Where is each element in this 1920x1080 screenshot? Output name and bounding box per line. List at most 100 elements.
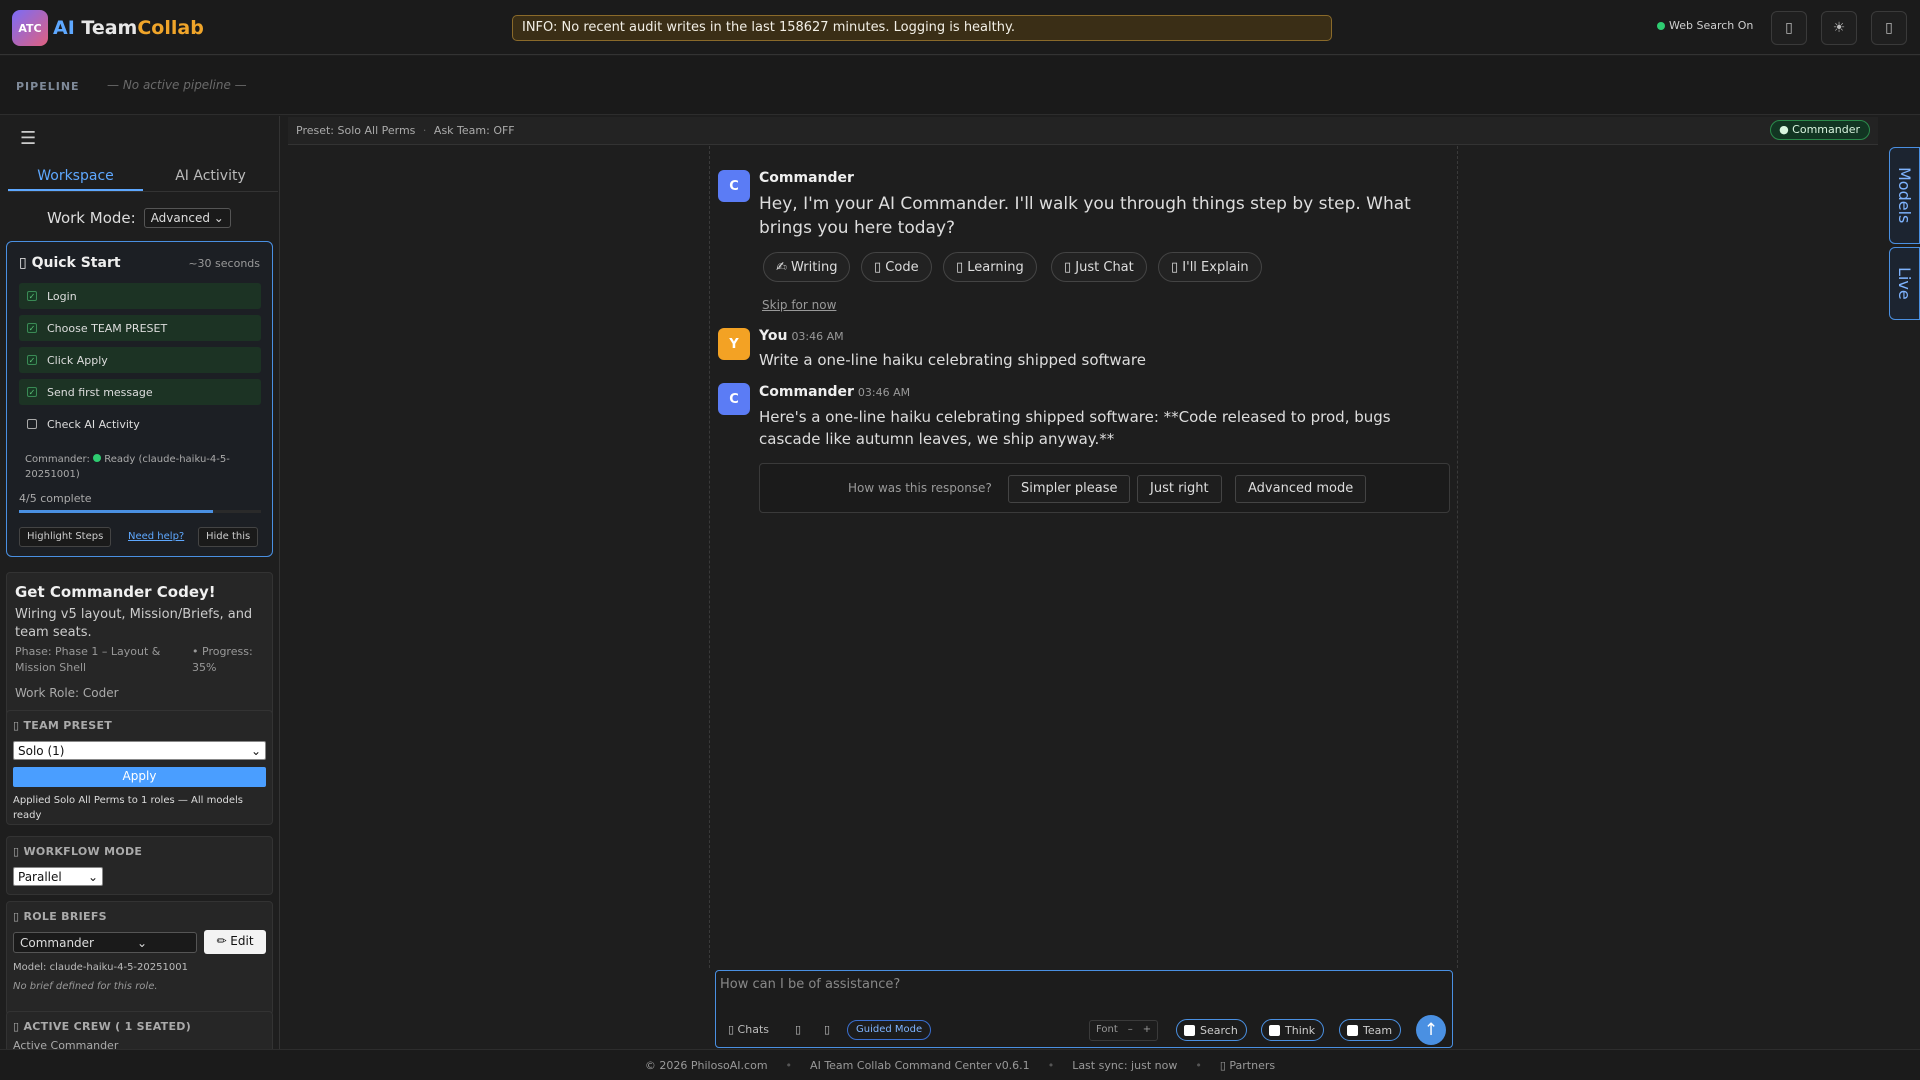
font-decrease-button[interactable]: – bbox=[1128, 1024, 1133, 1037]
quick-start-step-label: Click Apply bbox=[47, 353, 108, 367]
footer-partners-link[interactable]: ▯ Partners bbox=[1220, 1059, 1275, 1072]
mic-icon[interactable]: ▯ bbox=[824, 1023, 830, 1036]
quick-start-title: ▯ Quick Start bbox=[19, 255, 121, 271]
hamburger-menu-icon[interactable]: ☰ bbox=[20, 128, 36, 149]
message-composer[interactable]: How can I be of assistance? ▯ Chats ▯ ▯ … bbox=[715, 970, 1453, 1048]
send-button[interactable]: ↑ bbox=[1416, 1015, 1446, 1045]
quick-start-time: ~30 seconds bbox=[188, 257, 260, 270]
intent-chip-code[interactable]: ▯ Code bbox=[861, 252, 932, 282]
just-right-button[interactable]: Just right bbox=[1137, 475, 1222, 503]
commander-status-label: Commander: bbox=[25, 454, 90, 465]
avatar: C bbox=[718, 383, 750, 415]
work-mode-label: Work Mode: bbox=[47, 209, 136, 227]
skip-for-now-link[interactable]: Skip for now bbox=[762, 298, 836, 312]
live-side-tab[interactable]: Live bbox=[1889, 247, 1920, 320]
team-preset-select[interactable]: Solo (1) ⌄ bbox=[13, 741, 266, 760]
footer-sync: Last sync: just now bbox=[1072, 1058, 1178, 1072]
role-brief-note: No brief defined for this role. bbox=[13, 981, 158, 992]
message-sender: Commander bbox=[759, 170, 854, 186]
chats-button[interactable]: ▯ Chats bbox=[728, 1023, 769, 1036]
font-size-control: Font – + bbox=[1089, 1020, 1159, 1041]
monitor-button[interactable]: ▯ bbox=[1771, 11, 1807, 45]
footer-separator: • bbox=[1047, 1058, 1055, 1072]
panel-button[interactable]: ▯ bbox=[1871, 11, 1907, 45]
preset-status: Preset: Solo All Perms · Ask Team: OFF bbox=[296, 124, 515, 137]
codey-role: Work Role: Coder bbox=[15, 686, 119, 700]
hide-quick-start-button[interactable]: Hide this bbox=[198, 527, 259, 547]
apply-preset-button[interactable]: Apply bbox=[13, 767, 266, 787]
work-mode-value: Advanced bbox=[150, 211, 210, 225]
team-preset-value: Solo (1) bbox=[18, 743, 65, 758]
footer-separator: • bbox=[1195, 1058, 1202, 1072]
preset-status-bar: Preset: Solo All Perms · Ask Team: OFF ●… bbox=[288, 117, 1878, 145]
role-briefs-card: ▯ ROLE BRIEFS Commander ⌄ ✏ Edit Model: c… bbox=[6, 901, 273, 1015]
attach-icon[interactable]: ▯ bbox=[795, 1023, 801, 1036]
edit-brief-button[interactable]: ✏ Edit bbox=[204, 930, 266, 954]
tab-ai-activity[interactable]: AI Activity bbox=[143, 162, 278, 191]
message-sender: You bbox=[759, 328, 788, 344]
quick-start-step-label: Login bbox=[47, 289, 77, 303]
monitor-icon: ▯ bbox=[1785, 20, 1793, 36]
quick-start-progress-label: 4/5 complete bbox=[19, 492, 92, 505]
highlight-steps-button[interactable]: Highlight Steps bbox=[19, 527, 112, 547]
feedback-question: How was this response? bbox=[848, 481, 992, 495]
quick-start-step[interactable]: ✓ Click Apply bbox=[19, 347, 261, 373]
chevron-down-icon: ⌄ bbox=[136, 935, 148, 950]
quick-start-step[interactable]: ✓ Send first message bbox=[19, 379, 261, 405]
panel-icon: ▯ bbox=[1885, 20, 1893, 36]
work-mode-row: Work Mode: Advanced ⌄ bbox=[47, 208, 231, 228]
advanced-mode-button[interactable]: Advanced mode bbox=[1235, 475, 1367, 503]
search-toggle[interactable]: Search bbox=[1176, 1019, 1247, 1041]
role-briefs-select[interactable]: Commander ⌄ bbox=[13, 932, 197, 953]
workflow-mode-value: Parallel bbox=[18, 869, 62, 884]
message-text: Here's a one-line haiku celebrating ship… bbox=[759, 408, 1391, 448]
intent-chip-writing[interactable]: ✍ Writing bbox=[763, 252, 851, 282]
message-sender: Commander bbox=[759, 384, 854, 400]
intent-chip-ill-explain[interactable]: ▯ I'll Explain bbox=[1158, 252, 1262, 282]
intent-chip-learning[interactable]: ▯ Learning bbox=[943, 252, 1037, 282]
message-text: Write a one-line haiku celebrating shipp… bbox=[759, 351, 1146, 369]
message-text: Hey, I'm your AI Commander. I'll walk yo… bbox=[759, 194, 1411, 238]
commander-status: Commander: Ready (claude-haiku-4-5-20251… bbox=[25, 452, 255, 482]
think-toggle[interactable]: Think bbox=[1261, 1019, 1325, 1041]
progress-fill bbox=[19, 510, 213, 513]
theme-toggle-button[interactable]: ☀ bbox=[1821, 11, 1857, 45]
app-title-collab: Collab bbox=[137, 17, 204, 39]
arrow-up-icon: ↑ bbox=[1423, 1020, 1439, 1040]
tab-workspace[interactable]: Workspace bbox=[8, 162, 143, 191]
font-increase-button[interactable]: + bbox=[1143, 1024, 1151, 1037]
checkbox-checked-icon: ✓ bbox=[27, 323, 37, 333]
quick-start-step[interactable]: ✓ Choose TEAM PRESET bbox=[19, 315, 261, 341]
role-briefs-value: Commander bbox=[20, 935, 94, 950]
preset-label: Preset: Solo All Perms bbox=[296, 124, 416, 137]
team-toggle[interactable]: Team bbox=[1339, 1019, 1402, 1041]
checkbox-icon bbox=[1347, 1024, 1358, 1036]
message-input[interactable]: How can I be of assistance? bbox=[720, 977, 900, 992]
guided-mode-badge[interactable]: Guided Mode bbox=[847, 1020, 932, 1040]
checkbox-checked-icon: ✓ bbox=[27, 387, 37, 397]
quick-start-step[interactable]: ✓ Login bbox=[19, 283, 261, 309]
footer-copyright: © 2026 PhilosoAI.com bbox=[644, 1058, 768, 1072]
think-toggle-label: Think bbox=[1285, 1023, 1316, 1037]
quick-start-step-label: Check AI Activity bbox=[47, 417, 140, 431]
pipeline-label: PIPELINE bbox=[16, 80, 80, 93]
app-logo[interactable]: ATC AI TeamCollab bbox=[12, 10, 204, 46]
commander-badge[interactable]: ● Commander bbox=[1770, 120, 1870, 140]
avatar: C bbox=[718, 170, 750, 202]
need-help-link[interactable]: Need help? bbox=[128, 531, 184, 542]
quick-start-step[interactable]: Check AI Activity bbox=[19, 411, 261, 437]
role-briefs-title-text: ROLE BRIEFS bbox=[23, 910, 107, 923]
message-time: 03:46 AM bbox=[857, 386, 911, 399]
role-model: Model: claude-haiku-4-5-20251001 bbox=[13, 962, 188, 973]
simpler-please-button[interactable]: Simpler please bbox=[1008, 475, 1131, 503]
active-crew-title: ▯ ACTIVE CREW ( 1 SEATED) bbox=[13, 1020, 192, 1033]
work-mode-select[interactable]: Advanced ⌄ bbox=[143, 208, 231, 228]
footer-separator: • bbox=[785, 1058, 793, 1072]
codey-progress: • Progress: 35% bbox=[192, 645, 253, 674]
active-crew-member: Active Commander bbox=[13, 1039, 119, 1049]
workflow-mode-select[interactable]: Parallel ⌄ bbox=[13, 867, 103, 886]
models-side-tab[interactable]: Models bbox=[1889, 147, 1920, 244]
intent-chip-just-chat[interactable]: ▯ Just Chat bbox=[1051, 252, 1147, 282]
status-dot-icon bbox=[1657, 21, 1665, 30]
team-preset-title-text: TEAM PRESET bbox=[23, 719, 113, 732]
